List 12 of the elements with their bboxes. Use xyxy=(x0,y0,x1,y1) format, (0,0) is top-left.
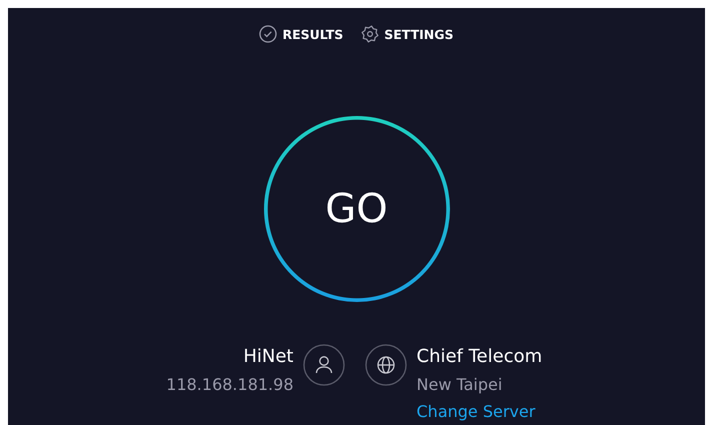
nav-tab[interactable]: RESULTS xyxy=(259,25,344,43)
server-location: New Taipei xyxy=(416,375,502,395)
provider-name: HiNet xyxy=(243,346,294,368)
ip-address: 118.168.181.98 xyxy=(166,375,294,395)
go-button[interactable]: GO xyxy=(264,116,450,302)
check-circle-icon xyxy=(259,25,278,43)
nav-tab[interactable]: SETTINGS xyxy=(361,25,454,43)
change-server-link[interactable]: Change Server xyxy=(416,402,536,422)
server-name: Chief Telecom xyxy=(416,346,542,368)
gear-icon xyxy=(361,25,380,43)
globe-icon xyxy=(364,344,406,386)
user-icon xyxy=(302,344,344,386)
